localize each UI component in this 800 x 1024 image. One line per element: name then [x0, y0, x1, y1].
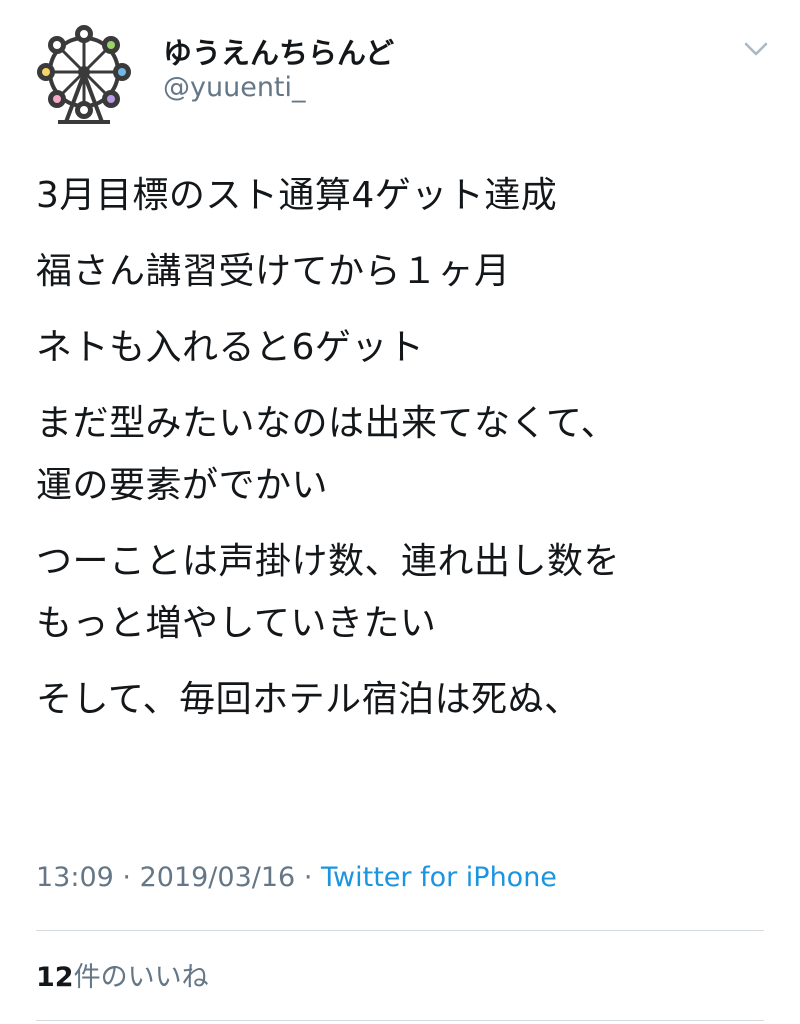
- divider: [36, 930, 764, 931]
- avatar[interactable]: [32, 22, 136, 126]
- likes-count-link[interactable]: 12件のいいね: [36, 955, 209, 994]
- tweet-date[interactable]: 2019/03/16: [140, 862, 296, 893]
- likes-count: 12: [36, 962, 74, 993]
- meta-separator: ·: [122, 862, 131, 893]
- tweet-header: ゆうえんちらんど @yuuenti_: [0, 0, 800, 130]
- meta-separator: ·: [303, 862, 313, 893]
- ferris-wheel-icon: [37, 25, 131, 124]
- user-handle[interactable]: @yuuenti_: [163, 72, 306, 103]
- tweet-source-link[interactable]: Twitter for iPhone: [321, 862, 557, 893]
- tweet-paragraph: まだ型みたいなのは出来てなくて、 運の要素がでかい: [36, 403, 618, 506]
- tweet-paragraph: 3月目標のスト通算4ゲット達成: [36, 175, 558, 216]
- tweet-paragraph: 福さん講習受けてから１ヶ月: [36, 251, 511, 292]
- likes-label: 件のいいね: [73, 962, 209, 993]
- tweet-text: 3月目標のスト通算4ゲット達成 福さん講習受けてから１ヶ月 ネトも入れると6ゲッ…: [36, 165, 776, 745]
- tweet-paragraph: ネトも入れると6ゲット: [36, 327, 425, 368]
- tweet-paragraph: そして、毎回ホテル宿泊は死ぬ、: [36, 679, 581, 720]
- chevron-down-icon[interactable]: [738, 36, 774, 64]
- tweet-paragraph: つーことは声掛け数、連れ出し数を もっと増やしていきたい: [36, 541, 621, 644]
- tweet-time[interactable]: 13:09: [36, 862, 114, 893]
- divider: [36, 1020, 764, 1021]
- display-name[interactable]: ゆうえんちらんど: [163, 30, 394, 72]
- tweet-metadata: 13:09 · 2019/03/16 · Twitter for iPhone: [36, 862, 557, 893]
